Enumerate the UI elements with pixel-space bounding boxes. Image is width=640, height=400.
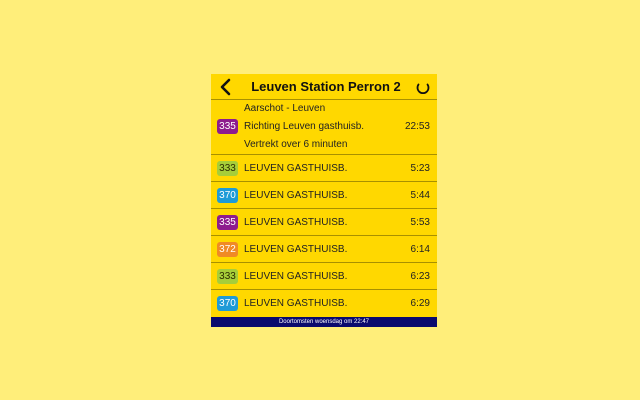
departure-row[interactable]: 370 LEUVEN GASTHUISB. 6:29 — [211, 290, 437, 317]
departure-time: 6:23 — [410, 271, 430, 282]
footer-status: Doortomsten woensdag om 22:47 — [211, 317, 437, 327]
chevron-left-icon — [220, 78, 231, 96]
line-badge: 333 — [217, 161, 238, 176]
line-badge: 370 — [217, 296, 238, 311]
destination-text: LEUVEN GASTHUISB. — [244, 190, 348, 201]
departure-row[interactable]: 333 LEUVEN GASTHUISB. 6:23 — [211, 263, 437, 290]
route-text: Aarschot - Leuven — [244, 103, 326, 114]
line-badge: 333 — [217, 269, 238, 284]
refresh-button[interactable] — [415, 79, 431, 95]
departure-time: 22:53 — [404, 121, 430, 132]
destination-text: LEUVEN GASTHUISB. — [244, 298, 348, 309]
direction-text: Richting Leuven gasthuisb. — [244, 121, 365, 132]
header: Leuven Station Perron 2 — [211, 74, 437, 100]
departures-widget: Leuven Station Perron 2 335 Aarschot - L… — [211, 74, 437, 327]
departure-row[interactable]: 370 LEUVEN GASTHUISB. 5:44 — [211, 182, 437, 209]
departure-row[interactable]: 333 LEUVEN GASTHUISB. 5:23 — [211, 155, 437, 182]
destination-text: LEUVEN GASTHUISB. — [244, 271, 348, 282]
line-badge: 335 — [217, 119, 238, 134]
departure-time: 6:29 — [410, 298, 430, 309]
line-badge: 370 — [217, 188, 238, 203]
line-badge: 335 — [217, 215, 238, 230]
departure-row[interactable]: 372 LEUVEN GASTHUISB. 6:14 — [211, 236, 437, 263]
refresh-icon — [416, 83, 430, 94]
destination-text: LEUVEN GASTHUISB. — [244, 163, 348, 174]
destination-text: LEUVEN GASTHUISB. — [244, 244, 348, 255]
back-button[interactable] — [217, 77, 235, 97]
departure-time: 5:23 — [410, 163, 430, 174]
departure-status: Vertrekt over 6 minuten — [244, 139, 348, 150]
departure-time: 5:44 — [410, 190, 430, 201]
departure-time: 6:14 — [410, 244, 430, 255]
destination-text: LEUVEN GASTHUISB. — [244, 217, 348, 228]
line-badge: 372 — [217, 242, 238, 257]
page-title: Leuven Station Perron 2 — [251, 79, 401, 94]
next-departure[interactable]: 335 Aarschot - Leuven Richting Leuven ga… — [211, 100, 437, 155]
departure-time: 5:53 — [410, 217, 430, 228]
departure-row[interactable]: 335 LEUVEN GASTHUISB. 5:53 — [211, 209, 437, 236]
